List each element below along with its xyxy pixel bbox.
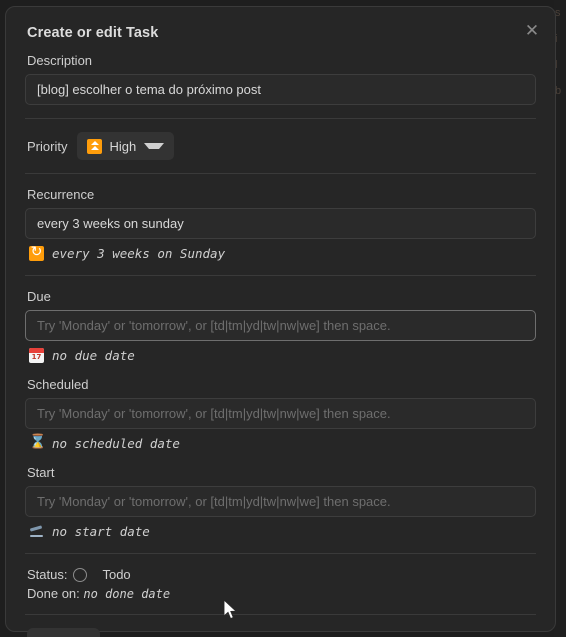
calendar-icon xyxy=(29,348,44,363)
dialog-content: Create or edit Task Description Priority… xyxy=(6,7,555,637)
scheduled-summary: no scheduled date xyxy=(52,436,180,451)
hourglass-icon xyxy=(29,434,46,451)
start-input[interactable] xyxy=(25,486,536,517)
page-title: Create or edit Task xyxy=(27,25,159,41)
done-on-row: Done on: no done date xyxy=(27,586,536,601)
divider-3 xyxy=(25,275,536,276)
due-summary: no due date xyxy=(52,348,135,363)
status-value: Todo xyxy=(102,567,131,582)
divider-5 xyxy=(25,614,536,615)
due-label: Due xyxy=(27,289,51,304)
start-summary: no start date xyxy=(52,524,150,539)
app-root: s i l b ✕ Create or edit Task Descriptio… xyxy=(0,0,566,637)
due-summary-row: no due date xyxy=(29,347,536,364)
recurrence-label: Recurrence xyxy=(27,187,95,202)
status-label: Status: xyxy=(27,567,68,582)
create-or-edit-task-dialog: ✕ Create or edit Task Description Priori… xyxy=(5,6,556,637)
priority-selected-value: High xyxy=(109,138,137,154)
description-input[interactable] xyxy=(25,74,536,105)
scheduled-input[interactable] xyxy=(25,398,536,429)
status-row: Status: Todo xyxy=(27,567,536,582)
apply-button[interactable]: Apply xyxy=(27,628,100,637)
done-on-label: Done on: xyxy=(27,586,80,601)
priority-high-icon xyxy=(87,138,103,154)
start-summary-row: no start date xyxy=(29,523,536,540)
priority-row: Priority High xyxy=(27,132,536,160)
scheduled-label: Scheduled xyxy=(27,377,89,392)
divider-4 xyxy=(25,553,536,554)
repeat-icon xyxy=(29,244,44,261)
chevron-down-icon xyxy=(144,143,165,149)
scheduled-summary-row: no scheduled date xyxy=(29,434,536,452)
close-icon[interactable]: ✕ xyxy=(519,17,545,43)
done-on-value: no done date xyxy=(83,587,171,601)
start-label: Start xyxy=(27,465,55,480)
priority-select[interactable]: High xyxy=(77,132,175,160)
description-label: Description xyxy=(27,53,93,68)
recurrence-summary-row: every 3 weeks on Sunday xyxy=(29,244,536,262)
airplane-departure-icon xyxy=(29,524,44,539)
recurrence-summary: every 3 weeks on Sunday xyxy=(52,246,226,261)
recurrence-input[interactable] xyxy=(25,208,536,239)
divider-2 xyxy=(25,173,536,174)
divider-1 xyxy=(25,118,536,119)
due-input[interactable] xyxy=(25,310,536,341)
unchecked-circle-icon[interactable] xyxy=(73,567,88,582)
priority-label: Priority xyxy=(27,138,68,154)
